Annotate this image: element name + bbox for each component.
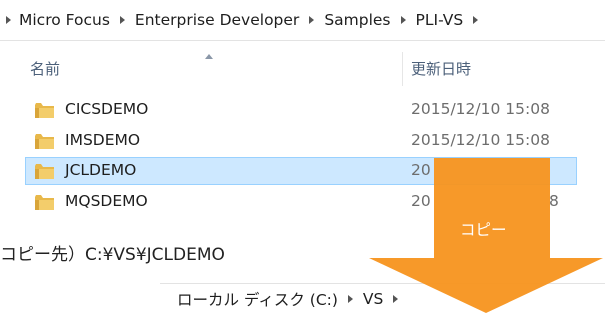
address-bar-top[interactable]: Micro Focus Enterprise Developer Samples… bbox=[0, 0, 605, 41]
breadcrumb-enterprise-developer[interactable]: Enterprise Developer bbox=[135, 11, 299, 29]
copy-destination-text: コピー先）C:¥VS¥JCLDEMO bbox=[0, 245, 225, 265]
sort-up-icon bbox=[205, 54, 213, 59]
file-name: JCLDEMO bbox=[65, 161, 137, 179]
file-name: IMSDEMO bbox=[65, 131, 141, 149]
chevron-right-icon[interactable] bbox=[119, 16, 125, 24]
breadcrumb-pli-vs[interactable]: PLI-VS bbox=[416, 11, 464, 29]
chevron-right-icon[interactable] bbox=[6, 16, 11, 24]
chevron-right-icon[interactable] bbox=[473, 16, 479, 24]
breadcrumb-samples[interactable]: Samples bbox=[324, 11, 390, 29]
folder-icon bbox=[35, 103, 54, 118]
file-name: MQSDEMO bbox=[65, 192, 148, 210]
folder-icon bbox=[35, 164, 54, 179]
chevron-right-icon[interactable] bbox=[400, 16, 406, 24]
column-header-name[interactable]: 名前 bbox=[30, 58, 60, 79]
column-divider[interactable] bbox=[402, 52, 403, 86]
file-row-imsdemo[interactable]: IMSDEMO 2015/12/10 15:08 bbox=[25, 127, 577, 155]
chevron-right-icon[interactable] bbox=[347, 295, 353, 303]
copy-arrow-label: コピー bbox=[460, 221, 507, 239]
file-modified-date: 2015/12/10 15:08 bbox=[411, 131, 550, 149]
folder-icon bbox=[35, 195, 54, 210]
chevron-right-icon[interactable] bbox=[309, 16, 315, 24]
file-modified-date: 2015/12/10 15:08 bbox=[411, 100, 550, 118]
folder-icon bbox=[35, 134, 54, 149]
breadcrumb-local-disk[interactable]: ローカル ディスク (C:) bbox=[177, 288, 338, 310]
file-name: CICSDEMO bbox=[65, 100, 149, 118]
file-row-cicsdemo[interactable]: CICSDEMO 2015/12/10 15:08 bbox=[25, 96, 577, 124]
breadcrumb-micro-focus[interactable]: Micro Focus bbox=[19, 11, 110, 29]
column-header-modified[interactable]: 更新日時 bbox=[411, 58, 471, 79]
